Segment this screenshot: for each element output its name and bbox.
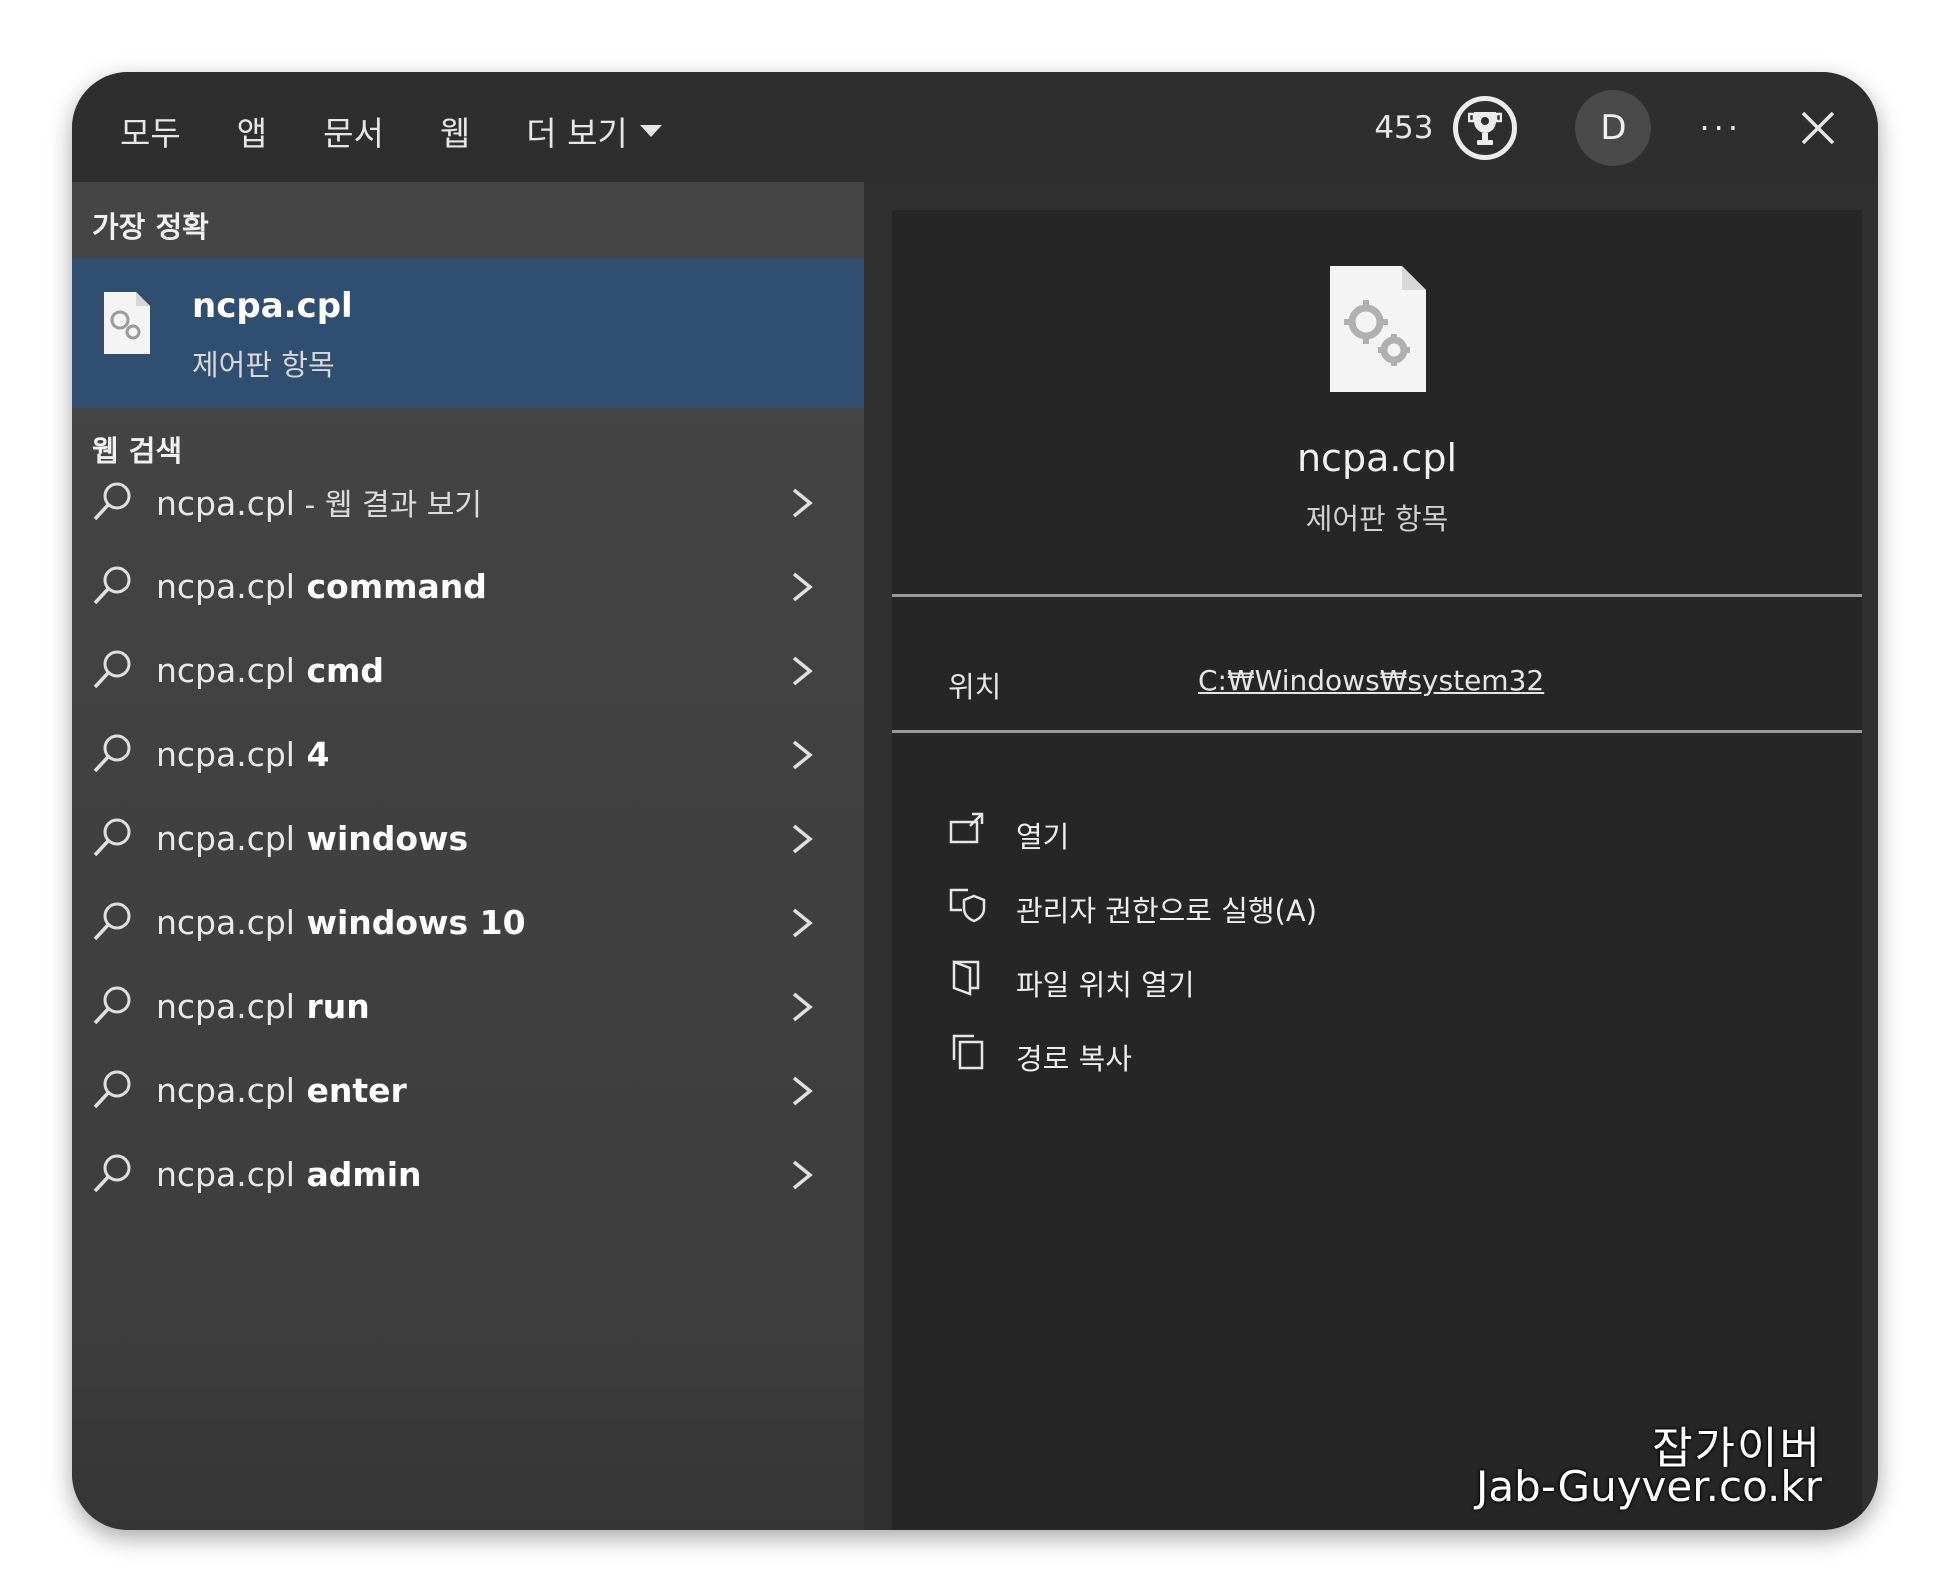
web-suggestion-query: ncpa.cpl (156, 734, 295, 774)
web-suggestion-suffix: cmd (294, 650, 385, 690)
search-window: 모두 앱 문서 웹 더 보기 453 D ··· 가장 정확 ncpa.cpl … (72, 72, 1878, 1530)
chevron-right-icon (792, 1076, 813, 1106)
tab-all[interactable]: 모두 (92, 96, 210, 190)
copy-path-label: 경로 복사 (1016, 1042, 1132, 1076)
web-suggestion-suffix: admin (294, 1154, 422, 1194)
top-right-controls: 453 D ··· (1374, 88, 1838, 168)
chevron-right-icon (792, 824, 813, 854)
best-match-heading: 가장 정확 (92, 210, 209, 244)
location-link[interactable]: C:₩Windows₩system32 (1198, 664, 1544, 697)
web-suggestion-suffix: windows (294, 818, 469, 858)
web-suggestion-query: ncpa.cpl (156, 986, 295, 1026)
caret-down-icon (639, 125, 662, 137)
web-suggestion-item[interactable]: ncpa.cpl 4 (72, 712, 864, 796)
web-suggestion-suffix: windows 10 (294, 902, 526, 942)
web-suggestion-query: ncpa.cpl (156, 1070, 295, 1110)
search-icon (93, 1154, 131, 1193)
web-suggestion-suffix: run (294, 986, 370, 1026)
rewards-trophy-icon[interactable] (1453, 96, 1518, 160)
web-suggestion-query: ncpa.cpl (156, 902, 295, 942)
preview-name: ncpa.cpl (1296, 436, 1458, 480)
web-suggestion-item[interactable]: ncpa.cpl - 웹 결과 보기 (72, 460, 864, 544)
divider (892, 730, 1862, 733)
close-icon[interactable] (1798, 108, 1838, 148)
divider (892, 594, 1862, 597)
top-bar: 모두 앱 문서 웹 더 보기 453 D ··· (72, 72, 1878, 190)
web-suggestion-item[interactable]: ncpa.cpl command (72, 544, 864, 628)
web-suggestion-query: ncpa.cpl (156, 1154, 295, 1194)
location-label: 위치 (948, 670, 1002, 704)
web-suggestion-item[interactable]: ncpa.cpl windows (72, 796, 864, 880)
search-tabs: 모두 앱 문서 웹 더 보기 (92, 96, 690, 190)
search-icon (93, 986, 131, 1025)
chevron-right-icon (792, 740, 813, 770)
best-match-name: ncpa.cpl (192, 286, 353, 326)
best-match-item[interactable]: ncpa.cpl 제어판 항목 (72, 258, 864, 408)
web-suggestion-list: ncpa.cpl - 웹 결과 보기 ncpa.cpl command ncpa… (72, 460, 864, 1216)
admin-shield-icon (949, 888, 986, 923)
web-suggestion-suffix: command (294, 566, 487, 606)
tab-apps[interactable]: 앱 (209, 96, 295, 166)
search-icon (93, 734, 131, 773)
watermark-url: Jab-Guyver.co.kr (1476, 1462, 1822, 1511)
search-icon (93, 818, 131, 857)
web-suggestion-query: ncpa.cpl (156, 650, 295, 690)
copy-icon (952, 1034, 984, 1070)
search-icon (93, 1070, 131, 1109)
tab-more[interactable]: 더 보기 (498, 96, 690, 166)
web-suggestion-query: ncpa.cpl (156, 566, 295, 606)
web-suggestion-query: ncpa.cpl (156, 484, 295, 523)
preview-subtitle: 제어판 항목 (1305, 502, 1449, 536)
chevron-right-icon (792, 656, 813, 686)
chevron-right-icon (792, 992, 813, 1022)
reward-points: 453 (1374, 110, 1434, 146)
web-suggestion-item[interactable]: ncpa.cpl cmd (72, 628, 864, 712)
user-avatar[interactable]: D (1575, 90, 1652, 166)
open-file-location-label: 파일 위치 열기 (1016, 968, 1195, 1002)
web-suggestion-item[interactable]: ncpa.cpl admin (72, 1132, 864, 1216)
control-panel-file-icon (102, 290, 152, 356)
search-icon (93, 650, 131, 689)
web-suggestion-query: ncpa.cpl (156, 818, 295, 858)
web-suggestion-suffix: - 웹 결과 보기 (294, 488, 482, 523)
open-icon (949, 812, 984, 844)
web-suggestion-item[interactable]: ncpa.cpl enter (72, 1048, 864, 1132)
more-options-icon[interactable]: ··· (1699, 109, 1742, 147)
web-suggestion-item[interactable]: ncpa.cpl windows 10 (72, 880, 864, 964)
preview-pane: ncpa.cpl 제어판 항목 위치 C:₩Windows₩system32 열… (864, 182, 1878, 1530)
search-icon (93, 902, 131, 941)
web-suggestion-suffix: enter (294, 1070, 407, 1110)
chevron-right-icon (792, 488, 813, 518)
tab-documents[interactable]: 문서 (295, 96, 412, 166)
web-suggestion-suffix: 4 (294, 734, 330, 774)
tab-web[interactable]: 웹 (412, 96, 498, 166)
search-icon (93, 566, 131, 605)
best-match-subtitle: 제어판 항목 (192, 348, 335, 382)
control-panel-file-icon (1328, 264, 1428, 394)
folder-icon (952, 960, 980, 996)
web-suggestion-item[interactable]: ncpa.cpl run (72, 964, 864, 1048)
open-label: 열기 (1016, 820, 1070, 854)
preview-card: ncpa.cpl 제어판 항목 위치 C:₩Windows₩system32 열… (892, 210, 1862, 1530)
results-pane: 가장 정확 ncpa.cpl 제어판 항목 웹 검색 ncpa.cpl - 웹 … (72, 182, 864, 1530)
chevron-right-icon (792, 908, 813, 938)
chevron-right-icon (792, 572, 813, 602)
run-as-admin-label: 관리자 권한으로 실행(A) (1016, 894, 1318, 928)
chevron-right-icon (792, 1160, 813, 1190)
search-icon (93, 482, 131, 521)
